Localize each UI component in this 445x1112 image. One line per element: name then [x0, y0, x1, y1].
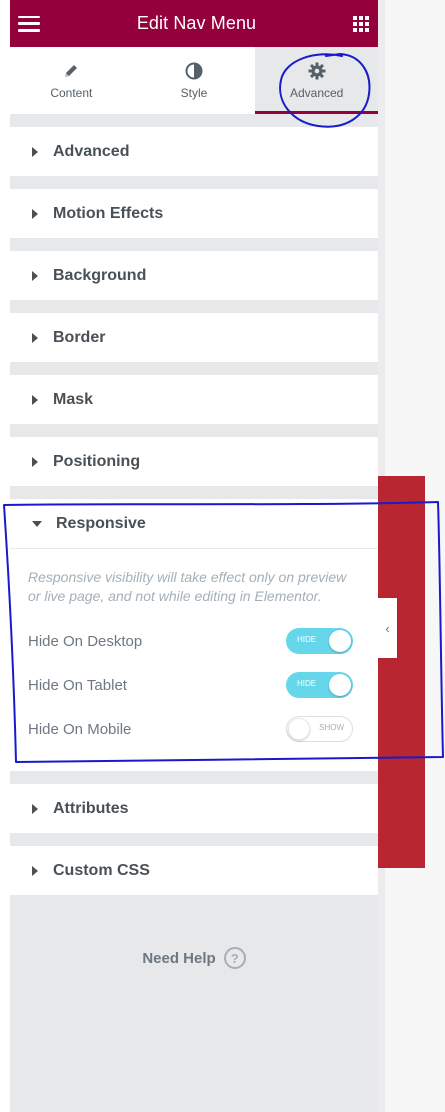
- gear-icon: [308, 62, 326, 80]
- tab-content-label: Content: [50, 85, 93, 100]
- section-responsive: Responsive Responsive visibility will ta…: [10, 499, 378, 771]
- sections-list: Advanced Motion Effects Background Borde…: [10, 114, 378, 895]
- caret-right-icon: [32, 270, 38, 281]
- pencil-icon: [62, 62, 80, 80]
- toggle-knob: [329, 630, 351, 652]
- hide-tablet-label: Hide On Tablet: [28, 676, 127, 694]
- tab-style[interactable]: Style: [133, 47, 256, 114]
- toggle-knob: [329, 674, 351, 696]
- caret-right-icon: [32, 332, 38, 343]
- hide-tablet-toggle[interactable]: HIDE: [286, 672, 353, 698]
- section-attributes: Attributes: [10, 784, 378, 833]
- need-help-label: Need Help: [142, 949, 216, 967]
- hide-mobile-row: Hide On Mobile SHOW: [28, 707, 353, 751]
- caret-down-icon: [32, 520, 42, 527]
- section-motion-effects: Motion Effects: [10, 189, 378, 238]
- preview-red-block: [378, 476, 425, 868]
- tab-advanced[interactable]: Advanced: [255, 47, 378, 114]
- panel-tabs: Content Style Advanced: [10, 47, 378, 114]
- panel-title: Edit Nav Menu: [136, 13, 257, 33]
- section-positioning: Positioning: [10, 437, 378, 486]
- section-responsive-header[interactable]: Responsive: [10, 499, 378, 548]
- need-help-link[interactable]: Need Help ?: [10, 947, 378, 969]
- section-background-header[interactable]: Background: [10, 251, 378, 300]
- section-border-header[interactable]: Border: [10, 313, 378, 362]
- section-motion-effects-header[interactable]: Motion Effects: [10, 189, 378, 238]
- section-title: Attributes: [53, 799, 129, 817]
- section-attributes-header[interactable]: Attributes: [10, 784, 378, 833]
- hide-mobile-label: Hide On Mobile: [28, 720, 132, 738]
- caret-right-icon: [32, 865, 38, 876]
- section-advanced-header[interactable]: Advanced: [10, 127, 378, 176]
- section-background: Background: [10, 251, 378, 300]
- question-icon: ?: [223, 947, 246, 969]
- tab-style-label: Style: [180, 85, 208, 100]
- hide-desktop-label: Hide On Desktop: [28, 632, 143, 650]
- section-title: Border: [53, 328, 106, 346]
- section-mask-header[interactable]: Mask: [10, 375, 378, 424]
- hide-mobile-toggle[interactable]: SHOW: [286, 716, 353, 742]
- section-mask: Mask: [10, 375, 378, 424]
- hamburger-icon[interactable]: [18, 15, 40, 33]
- half-circle-icon: [185, 62, 203, 80]
- responsive-note: Responsive visibility will take effect o…: [28, 569, 347, 604]
- chevron-left-icon: ‹: [385, 620, 390, 636]
- responsive-controls: Responsive visibility will take effect o…: [10, 548, 378, 771]
- toggle-state-text: SHOW: [319, 723, 344, 732]
- editor-panel: Edit Nav Menu Content Style Advanced Adv…: [10, 0, 378, 1112]
- section-border: Border: [10, 313, 378, 362]
- hide-desktop-row: Hide On Desktop HIDE: [28, 619, 353, 663]
- section-title: Mask: [53, 390, 94, 408]
- grid-icon[interactable]: [352, 15, 369, 32]
- panel-header: Edit Nav Menu: [10, 0, 378, 47]
- hide-tablet-row: Hide On Tablet HIDE: [28, 663, 353, 707]
- section-title: Responsive: [56, 514, 146, 532]
- caret-right-icon: [32, 146, 38, 157]
- tab-content[interactable]: Content: [10, 47, 133, 114]
- toggle-state-text: HIDE: [297, 635, 317, 644]
- section-custom-css: Custom CSS: [10, 846, 378, 895]
- caret-right-icon: [32, 456, 38, 467]
- section-advanced: Advanced: [10, 127, 378, 176]
- toggle-state-text: HIDE: [297, 679, 317, 688]
- tab-advanced-label: Advanced: [289, 85, 344, 100]
- section-title: Positioning: [53, 452, 141, 470]
- hide-desktop-toggle[interactable]: HIDE: [286, 628, 353, 654]
- section-title: Advanced: [53, 142, 130, 160]
- section-title: Background: [53, 266, 147, 284]
- section-positioning-header[interactable]: Positioning: [10, 437, 378, 486]
- caret-right-icon: [32, 803, 38, 814]
- section-title: Motion Effects: [53, 204, 164, 222]
- section-title: Custom CSS: [53, 861, 150, 879]
- collapse-panel-button[interactable]: ‹: [378, 598, 397, 658]
- toggle-knob: [288, 718, 310, 740]
- section-custom-css-header[interactable]: Custom CSS: [10, 846, 378, 895]
- caret-right-icon: [32, 394, 38, 405]
- caret-right-icon: [32, 208, 38, 219]
